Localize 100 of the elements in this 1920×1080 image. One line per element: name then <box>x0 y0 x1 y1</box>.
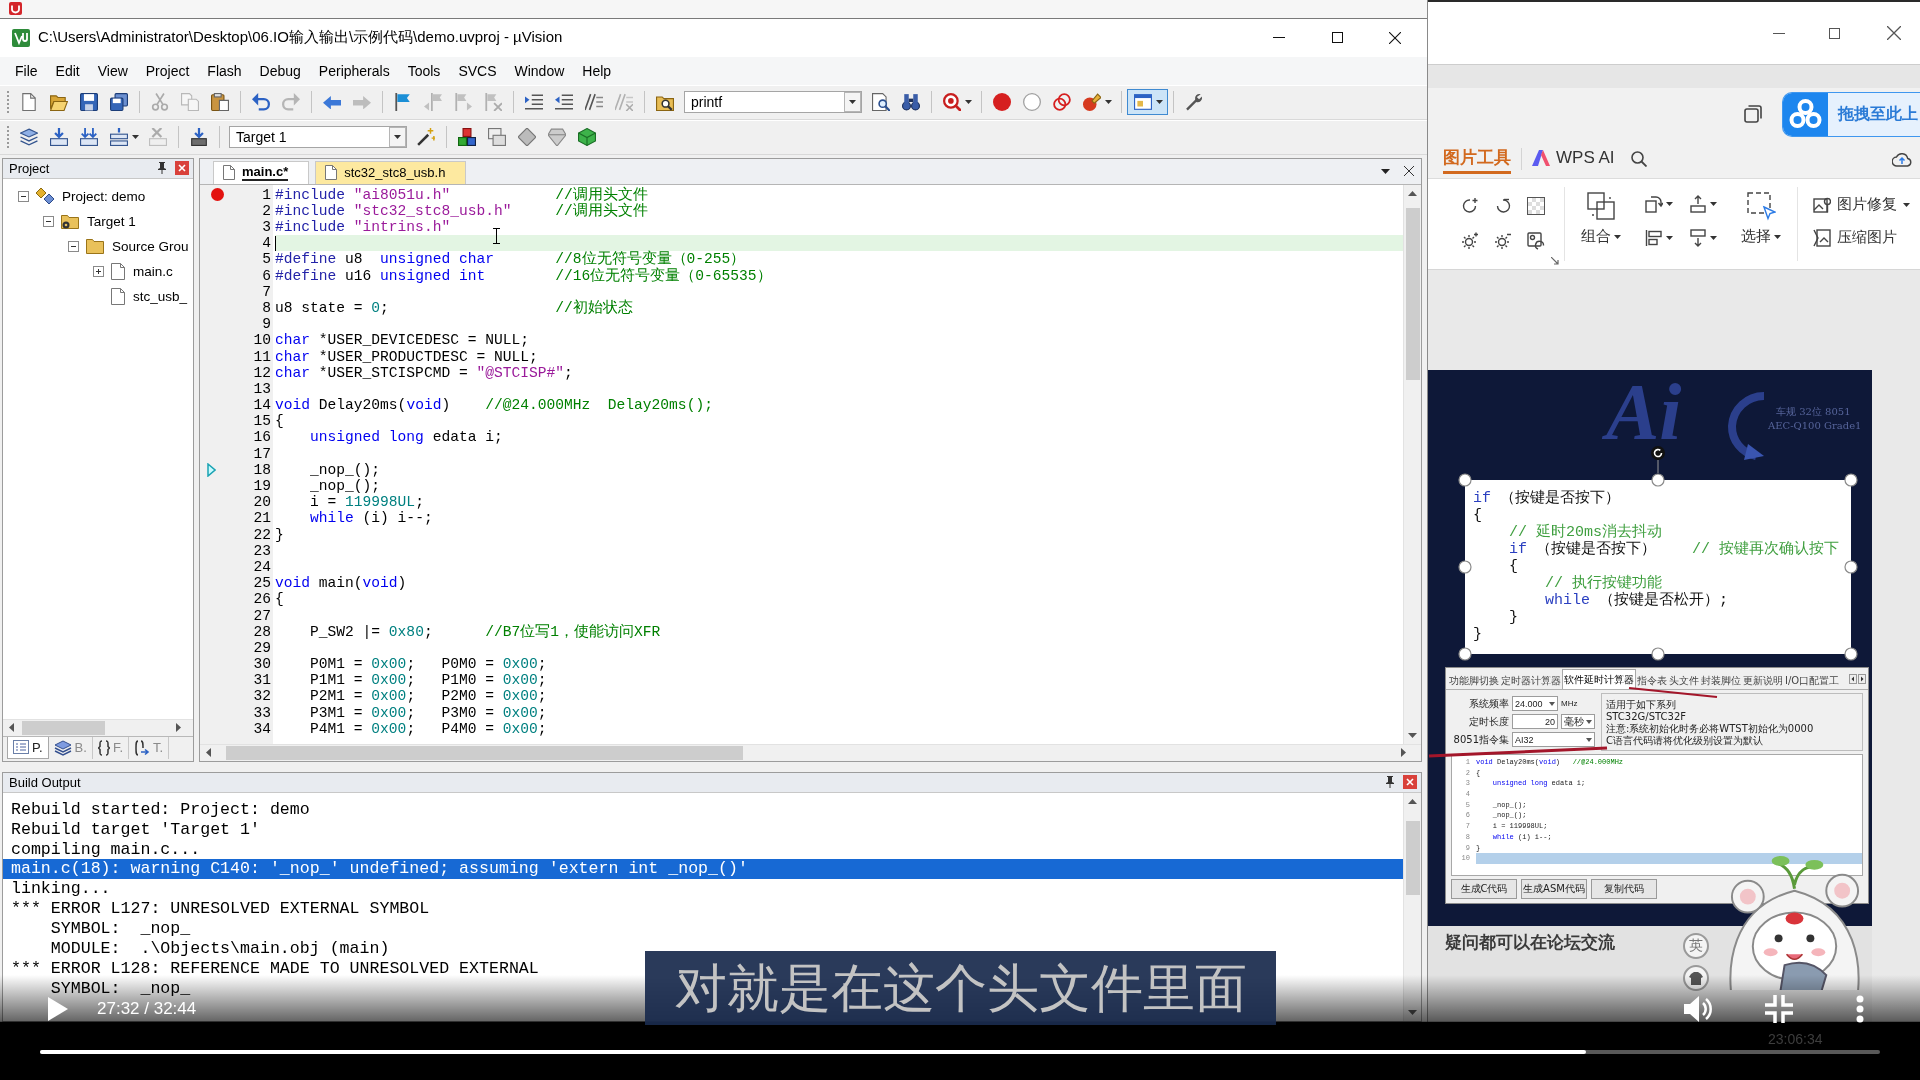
caret-icon[interactable] <box>1586 719 1592 724</box>
minus-box-icon[interactable] <box>43 215 54 227</box>
tab-list-arrow-icon[interactable] <box>1381 168 1390 174</box>
upload-button[interactable]: 拖拽至此上 <box>1782 91 1920 137</box>
caret-icon[interactable] <box>1105 100 1112 105</box>
send-backward-icon[interactable] <box>1689 229 1707 247</box>
more-options-icon[interactable] <box>1856 995 1864 1023</box>
menu-item[interactable]: Peripherals <box>309 60 399 81</box>
picture-reset-icon[interactable] <box>1527 232 1545 250</box>
search-icon[interactable] <box>1630 151 1647 167</box>
panel-tab[interactable]: P. <box>7 736 49 759</box>
scrollbar-thumb[interactable] <box>226 745 743 760</box>
select-frame-icon[interactable] <box>1746 191 1776 221</box>
dialog-launcher-icon[interactable] <box>1551 257 1559 265</box>
ribbon-button[interactable]: 图片修复 <box>1813 195 1920 214</box>
breakpoint-icon[interactable] <box>993 93 1011 112</box>
editor-tab[interactable]: stc32_stc8_usb.h <box>315 160 467 184</box>
vertical-scrollbar[interactable] <box>1403 792 1421 1021</box>
minus-box-icon[interactable] <box>68 240 79 252</box>
menu-item[interactable]: File <box>6 60 47 81</box>
tree-item[interactable]: Target 1 <box>87 213 136 229</box>
magnifier-dot-icon[interactable] <box>943 93 961 112</box>
breakpoint-icon[interactable] <box>210 188 224 202</box>
checkerboard-icon[interactable] <box>1527 197 1545 215</box>
tree-item[interactable]: Project: demo <box>62 188 146 204</box>
ribbon-button[interactable]: 压缩图片 <box>1813 228 1920 247</box>
stacked-windows-icon[interactable] <box>488 128 506 147</box>
speaker-icon[interactable] <box>1684 995 1712 1023</box>
stacked-layers-icon[interactable] <box>20 128 38 147</box>
dialog-tab[interactable]: I/O口配置工 <box>1784 672 1841 689</box>
blank-page-icon[interactable] <box>20 93 38 112</box>
scrollbar-thumb[interactable] <box>1405 820 1420 895</box>
combo-box[interactable]: Target 1 <box>229 126 407 149</box>
wrench-icon[interactable] <box>1185 93 1203 112</box>
sun-minus-icon[interactable] <box>1494 232 1512 250</box>
dialog-button[interactable]: 生成C代码 <box>1451 879 1517 899</box>
scroll-right-arrow-icon[interactable] <box>1401 748 1406 758</box>
left-arrow-icon[interactable] <box>323 95 341 110</box>
menu-item[interactable]: SVCS <box>449 60 506 81</box>
flag-icon[interactable] <box>394 93 412 112</box>
gem-icon[interactable] <box>548 128 566 147</box>
dialog-tab[interactable]: 指令表 <box>1636 672 1668 689</box>
caret-icon[interactable] <box>1710 236 1717 240</box>
caret-icon[interactable] <box>1156 100 1163 105</box>
scroll-left-arrow-icon[interactable] <box>1849 673 1857 684</box>
rotate-square-icon[interactable] <box>1645 195 1663 213</box>
ribbon-button[interactable]: 组合 <box>1565 191 1637 269</box>
rotate-plus-icon[interactable] <box>1461 197 1479 215</box>
close-icon[interactable] <box>1389 31 1401 44</box>
outdent-lines-icon[interactable] <box>555 93 573 112</box>
scrollbar-thumb[interactable] <box>1405 207 1420 380</box>
menu-item[interactable]: Project <box>136 60 199 81</box>
stacked-trays-icon[interactable] <box>110 128 128 147</box>
sun-plus-icon[interactable] <box>1461 232 1479 250</box>
chip-down-arrow-icon[interactable] <box>190 128 208 147</box>
resize-handle-icon[interactable] <box>1651 473 1665 487</box>
dropdown-field[interactable]: AI32 <box>1512 732 1595 747</box>
overlapping-squares-icon[interactable] <box>1586 191 1616 221</box>
vertical-scrollbar[interactable] <box>1403 184 1421 744</box>
rotate-minus-icon[interactable] <box>1494 197 1512 215</box>
resize-handle-icon[interactable] <box>1651 647 1665 661</box>
caret-icon[interactable] <box>1666 202 1673 206</box>
picture-wrench-icon[interactable] <box>1813 195 1831 214</box>
menu-item[interactable]: View <box>88 60 137 81</box>
double-rings-icon[interactable] <box>1053 93 1071 112</box>
dialog-button[interactable]: 复制代码 <box>1591 879 1657 899</box>
breakpoint-eraser-icon[interactable] <box>1083 93 1101 112</box>
open-folder-icon[interactable] <box>50 93 68 112</box>
caret-icon[interactable] <box>1614 234 1621 239</box>
caret-icon[interactable] <box>1549 701 1555 706</box>
two-squares-icon[interactable] <box>1744 105 1762 123</box>
dialog-tab[interactable]: 定时器计算器 <box>1500 672 1562 689</box>
scroll-left-arrow-icon[interactable] <box>206 748 211 758</box>
play-icon[interactable] <box>48 997 68 1021</box>
menu-item[interactable]: Help <box>573 60 621 81</box>
tray-down-arrow-icon[interactable] <box>50 128 68 147</box>
binoculars-icon[interactable] <box>902 93 920 112</box>
close-icon[interactable] <box>1887 26 1901 40</box>
dialog-tab[interactable]: 头文件 <box>1668 672 1700 689</box>
close-icon[interactable] <box>1404 166 1414 177</box>
caret-icon[interactable] <box>965 100 972 105</box>
tree-item[interactable]: stc_usb_ <box>133 288 188 304</box>
indent-lines-icon[interactable] <box>525 93 543 112</box>
menu-item[interactable]: Tools <box>398 60 450 81</box>
scroll-right-arrow-icon[interactable] <box>1858 673 1866 684</box>
minimize-icon[interactable] <box>1771 32 1787 34</box>
align-left-icon[interactable] <box>1645 229 1663 247</box>
minus-box-icon[interactable] <box>18 190 29 202</box>
menu-item[interactable]: Debug <box>250 60 310 81</box>
scroll-down-arrow-icon[interactable] <box>1408 1010 1417 1015</box>
dialog-button[interactable]: 生成ASM代码 <box>1521 879 1587 899</box>
scroll-down-arrow-icon[interactable] <box>1408 732 1417 738</box>
scroll-up-arrow-icon[interactable] <box>1408 190 1417 196</box>
resize-handle-icon[interactable] <box>1844 647 1858 661</box>
ribbon-button[interactable]: 选择 <box>1725 191 1797 269</box>
unit-dropdown[interactable]: 毫秒 <box>1561 714 1595 729</box>
progress-track[interactable] <box>40 1050 1880 1054</box>
dropdown-field[interactable]: 24.000 <box>1512 696 1558 711</box>
resize-handle-icon[interactable] <box>1458 560 1472 574</box>
resize-handle-icon[interactable] <box>1844 473 1858 487</box>
